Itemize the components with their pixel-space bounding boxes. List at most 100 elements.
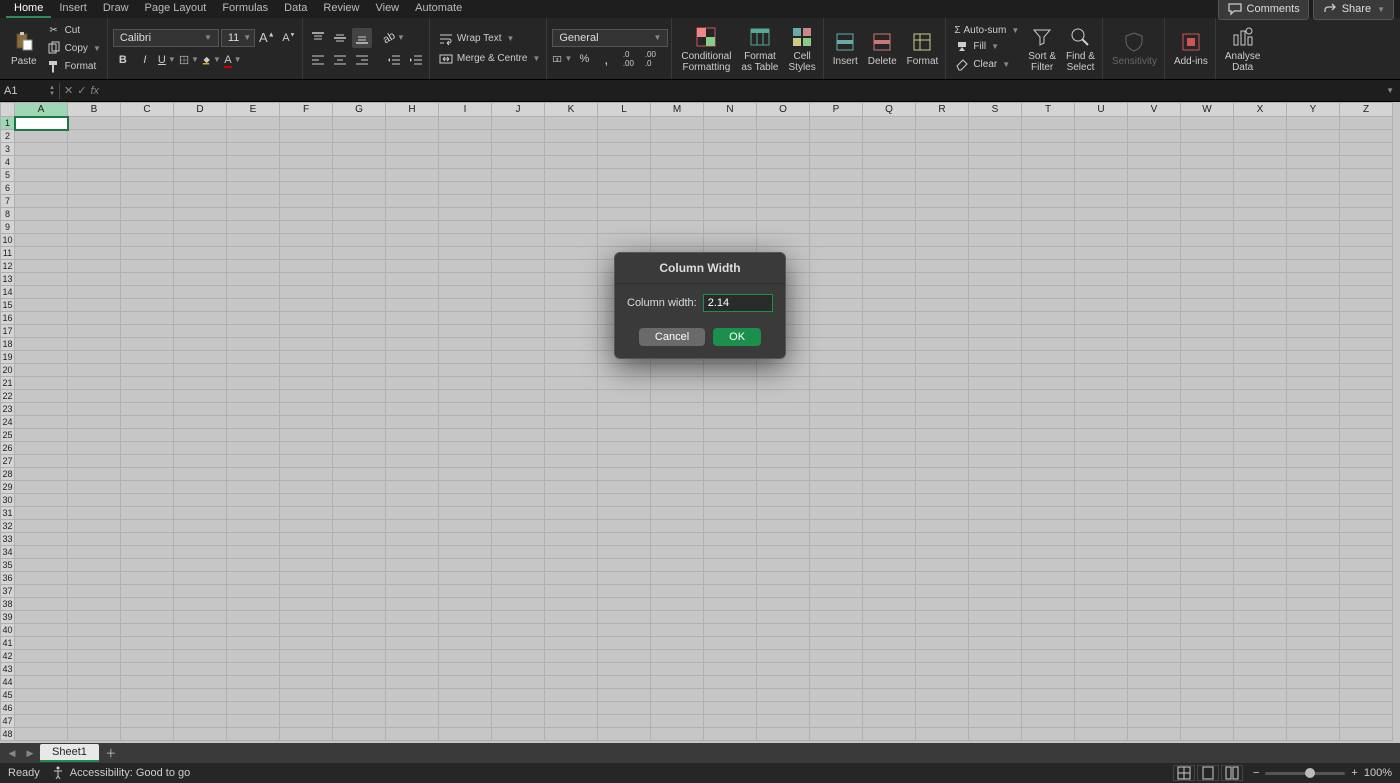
analyse-data-button[interactable]: Analyse Data xyxy=(1221,23,1265,75)
underline-icon: U xyxy=(158,54,166,66)
menu-tab-view[interactable]: View xyxy=(367,0,407,18)
decrease-decimal-button[interactable]: .00.0 xyxy=(640,49,660,69)
zoom-level[interactable]: 100% xyxy=(1364,767,1392,779)
bold-button[interactable]: B xyxy=(113,50,133,70)
wrap-text-button[interactable]: Wrap Text▼ xyxy=(435,30,544,48)
sort-filter-button[interactable]: Sort & Filter xyxy=(1024,23,1060,75)
zoom-slider[interactable] xyxy=(1265,772,1345,775)
format-painter-button[interactable]: Format xyxy=(43,58,104,76)
accessibility-status[interactable]: Accessibility: Good to go xyxy=(50,765,190,781)
page-layout-icon xyxy=(1200,765,1216,781)
increase-font-button[interactable]: A▲ xyxy=(257,28,277,48)
grid-view-icon xyxy=(1176,765,1192,781)
addins-button[interactable]: Add-ins xyxy=(1170,28,1212,69)
clear-button[interactable]: Clear▼ xyxy=(951,55,1022,73)
zoom-in-button[interactable]: + xyxy=(1351,767,1357,779)
share-button[interactable]: Share ▼ xyxy=(1313,0,1394,20)
align-bottom-button[interactable] xyxy=(352,28,372,48)
sensitivity-group: Sensitivity xyxy=(1105,18,1165,79)
share-icon xyxy=(1322,1,1338,17)
chevron-down-icon: ▼ xyxy=(49,91,55,97)
decrease-font-button[interactable]: A▼ xyxy=(279,28,299,48)
prev-sheet-button[interactable]: ◀ xyxy=(4,745,20,761)
cancel-formula-icon[interactable]: ✕ xyxy=(64,84,73,97)
column-width-input[interactable] xyxy=(703,294,773,312)
autosum-button[interactable]: ΣAuto-sum▼ xyxy=(951,24,1022,37)
italic-button[interactable]: I xyxy=(135,50,155,70)
increase-decimal-button[interactable]: .0.00 xyxy=(618,49,638,69)
delete-cells-button[interactable]: Delete xyxy=(864,28,901,69)
zoom-out-button[interactable]: − xyxy=(1253,767,1259,779)
orientation-icon: ab xyxy=(380,28,399,48)
fx-icon[interactable]: fx xyxy=(90,85,99,97)
page-break-view-button[interactable] xyxy=(1221,765,1243,781)
copy-icon xyxy=(46,41,62,57)
cell-styles-button[interactable]: Cell Styles xyxy=(785,23,820,75)
menu-tab-data[interactable]: Data xyxy=(276,0,315,18)
merge-center-button[interactable]: Merge & Centre▼ xyxy=(435,50,544,68)
conditional-formatting-button[interactable]: Conditional Formatting xyxy=(677,23,735,75)
percent-format-button[interactable]: % xyxy=(574,49,594,69)
add-sheet-button[interactable]: ＋ xyxy=(101,745,121,761)
italic-icon: I xyxy=(143,54,146,66)
expand-formula-icon[interactable]: ▼ xyxy=(1380,86,1400,95)
percent-icon: % xyxy=(579,53,589,65)
menu-tab-review[interactable]: Review xyxy=(315,0,367,18)
font-color-button[interactable]: A▼ xyxy=(223,50,243,70)
font-size-combo[interactable]: 11▼ xyxy=(221,29,255,47)
scissors-icon: ✂ xyxy=(46,23,62,39)
insert-cells-button[interactable]: Insert xyxy=(829,28,862,69)
addins-icon xyxy=(1179,30,1203,54)
cancel-button[interactable]: Cancel xyxy=(639,328,705,346)
comments-label: Comments xyxy=(1247,3,1300,15)
align-middle-button[interactable] xyxy=(330,28,350,48)
next-sheet-button[interactable]: ▶ xyxy=(22,745,38,761)
formula-bar[interactable] xyxy=(103,80,1380,101)
clipboard-group: Paste ✂Cut Copy▼ Format xyxy=(4,18,108,79)
alignment-group: ab▼ xyxy=(305,18,430,79)
status-ready: Ready xyxy=(8,767,40,779)
font-name-combo[interactable]: Calibri▼ xyxy=(113,29,219,47)
menu-tab-home[interactable]: Home xyxy=(6,0,51,18)
underline-button[interactable]: U▼ xyxy=(157,50,177,70)
name-box[interactable]: A1▲▼ xyxy=(0,83,60,99)
menu-tab-automate[interactable]: Automate xyxy=(407,0,470,18)
dialog-title: Column Width xyxy=(615,253,785,284)
comma-format-button[interactable]: , xyxy=(596,49,616,69)
align-top-button[interactable] xyxy=(308,28,328,48)
sensitivity-button: Sensitivity xyxy=(1108,28,1161,69)
format-as-table-button[interactable]: Format as Table xyxy=(737,23,782,75)
menu-tab-page-layout[interactable]: Page Layout xyxy=(137,0,215,18)
menu-tab-draw[interactable]: Draw xyxy=(95,0,137,18)
zoom-controls: − + 100% xyxy=(1253,767,1392,779)
confirm-formula-icon[interactable]: ✓ xyxy=(77,84,86,97)
number-format-combo[interactable]: General▼ xyxy=(552,29,668,47)
sheet-tab-active[interactable]: Sheet1 xyxy=(40,744,99,762)
align-center-button[interactable] xyxy=(330,50,350,70)
menu-tab-insert[interactable]: Insert xyxy=(51,0,95,18)
decrease-indent-button[interactable] xyxy=(384,50,404,70)
comments-button[interactable]: Comments xyxy=(1218,0,1309,20)
borders-button[interactable]: ▼ xyxy=(179,50,199,70)
find-select-button[interactable]: Find & Select xyxy=(1062,23,1099,75)
page-layout-view-button[interactable] xyxy=(1197,765,1219,781)
increase-indent-button[interactable] xyxy=(406,50,426,70)
copy-button[interactable]: Copy▼ xyxy=(43,40,104,58)
addins-group: Add-ins xyxy=(1167,18,1216,79)
align-right-button[interactable] xyxy=(352,50,372,70)
orientation-button[interactable]: ab▼ xyxy=(384,28,404,48)
format-cells-button[interactable]: Format xyxy=(903,28,943,69)
paste-button[interactable]: Paste xyxy=(7,28,41,69)
cut-button[interactable]: ✂Cut xyxy=(43,22,104,40)
wrap-icon xyxy=(438,31,454,47)
outdent-icon xyxy=(386,52,402,68)
spreadsheet-grid[interactable]: ABCDEFGHIJKLMNOPQRSTUVWXYZ12345678910111… xyxy=(0,102,1400,743)
fill-color-button[interactable]: ▼ xyxy=(201,50,221,70)
column-width-dialog: Column Width Column width: Cancel OK xyxy=(614,252,786,359)
fill-button[interactable]: Fill▼ xyxy=(951,37,1022,55)
ok-button[interactable]: OK xyxy=(713,328,761,346)
menu-tab-formulas[interactable]: Formulas xyxy=(214,0,276,18)
align-left-button[interactable] xyxy=(308,50,328,70)
normal-view-button[interactable] xyxy=(1173,765,1195,781)
accounting-format-button[interactable]: $▼ xyxy=(552,49,572,69)
